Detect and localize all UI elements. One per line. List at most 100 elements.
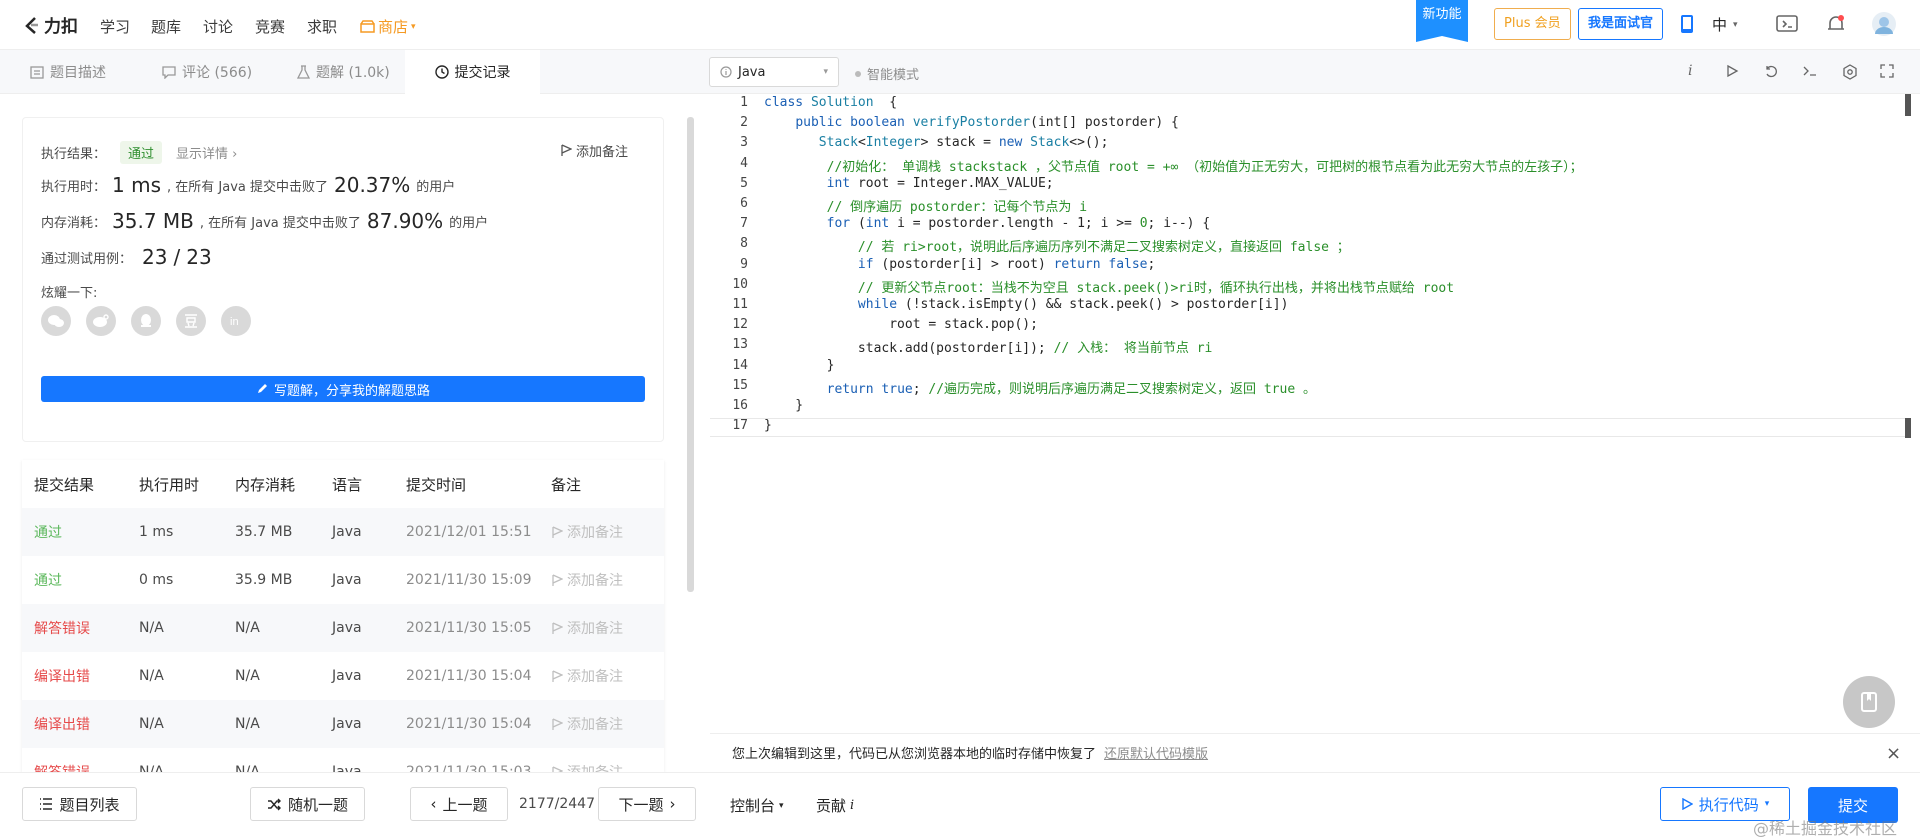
settings-icon[interactable] [1842, 64, 1858, 80]
interviewer-button[interactable]: 我是面试官 [1578, 8, 1664, 40]
flag-icon [552, 525, 563, 538]
language-switch[interactable]: 中 ▾ [1712, 14, 1738, 35]
code-line[interactable]: while (!stack.isEmpty() && stack.peek() … [764, 297, 1288, 312]
info-italic-icon[interactable]: i [1688, 63, 1692, 79]
code-line[interactable]: // 倒序遍历 postorder：记每个节点为 i [764, 196, 1087, 215]
submission-history-table: 提交结果 执行用时 内存消耗 语言 提交时间 备注 通过 1 ms 35.7 MB J… [22, 460, 664, 772]
table-row[interactable]: 编译出错 N/A N/A Java 2021/11/30 15:04 添加备注 [22, 652, 664, 700]
row-add-note[interactable]: 添加备注 [552, 570, 623, 590]
line-number: 7 [740, 216, 748, 232]
table-header: 提交结果 执行用时 内存消耗 语言 提交时间 备注 [22, 460, 664, 508]
share-label: 炫耀一下: [41, 286, 98, 301]
weibo-icon[interactable] [86, 306, 116, 336]
table-row[interactable]: 解答错误 N/A N/A Java 2021/11/30 15:05 添加备注 [22, 604, 664, 652]
row-status[interactable]: 解答错误 [34, 762, 90, 772]
table-row[interactable]: 解答错误 N/A N/A Java 2021/11/30 15:03 添加备注 [22, 748, 664, 772]
next-problem-button[interactable]: 下一题 › [598, 787, 696, 821]
code-line[interactable]: //初始化： 单调栈 stackstack ，父节点值 root = +∞ （初… [764, 156, 1583, 175]
status-badge: 通过 [120, 141, 163, 164]
tab-comments[interactable]: 评论 (566) [162, 50, 252, 94]
row-add-note[interactable]: 添加备注 [552, 762, 623, 772]
code-line[interactable]: return true; //遍历完成，则说明后序遍历满足二叉搜索树定义，返回 … [764, 378, 1316, 397]
plus-member-button[interactable]: Plus 会员 [1494, 8, 1571, 40]
flag-icon [552, 573, 563, 586]
code-line[interactable]: stack.add(postorder[i]); // 入栈： 将当前节点 ri [764, 337, 1212, 356]
flag-icon [552, 669, 563, 682]
code-line[interactable]: int root = Integer.MAX_VALUE; [764, 176, 1054, 191]
nav-link-discuss[interactable]: 讨论 [203, 16, 233, 37]
code-line[interactable]: public boolean verifyPostorder(int[] pos… [764, 115, 1179, 130]
smart-mode-toggle[interactable]: 智能模式 [855, 64, 919, 83]
code-line[interactable]: // 若 ri>root，说明此后序遍历序列不满足二叉搜索树定义，直接返回 fa… [764, 236, 1350, 255]
play-icon[interactable] [1725, 64, 1739, 78]
row-add-note[interactable]: 添加备注 [552, 666, 623, 686]
code-line[interactable]: for (int i = postorder.length - 1; i >= … [764, 216, 1211, 231]
notes-float-button[interactable] [1843, 676, 1895, 728]
console-toggle[interactable]: 控制台 ▾ [730, 795, 784, 816]
code-line[interactable]: root = stack.pop(); [764, 317, 1038, 332]
row-add-note[interactable]: 添加备注 [552, 618, 623, 638]
table-row[interactable]: 通过 1 ms 35.7 MB Java 2021/12/01 15:51 添加备注 [22, 508, 664, 556]
wechat-icon[interactable] [41, 306, 71, 336]
nav-link-store[interactable]: 商店 ▾ [360, 16, 416, 37]
tab-description[interactable]: 题目描述 [30, 50, 106, 94]
code-line[interactable]: } [764, 358, 835, 373]
problem-list-button[interactable]: 题目列表 [22, 787, 137, 821]
tab-submissions[interactable]: 提交记录 [405, 50, 540, 94]
language-select-value: Java [738, 64, 766, 80]
info-italic-icon: i [850, 798, 855, 813]
write-solution-label: 写题解，分享我的解题思路 [273, 383, 430, 399]
reset-icon[interactable] [1764, 64, 1778, 78]
close-icon[interactable]: × [1886, 743, 1901, 764]
code-line[interactable]: class Solution { [764, 95, 897, 110]
row-runtime: 1 ms [139, 524, 174, 540]
nav-link-jobs[interactable]: 求职 [307, 16, 337, 37]
code-line[interactable]: if (postorder[i] > root) return false; [764, 257, 1155, 272]
code-line[interactable]: Stack<Integer> stack = new Stack<>(); [764, 135, 1109, 150]
fullscreen-icon[interactable] [1880, 64, 1894, 78]
row-add-note[interactable]: 添加备注 [552, 522, 623, 542]
bell-icon[interactable] [1826, 14, 1846, 34]
restore-default-link[interactable]: 还原默认代码模版 [1104, 743, 1208, 762]
row-status[interactable]: 解答错误 [34, 618, 90, 638]
table-row[interactable]: 通过 0 ms 35.9 MB Java 2021/11/30 15:09 添加备注 [22, 556, 664, 604]
avatar[interactable] [1872, 12, 1896, 36]
left-panel-scrollbar[interactable] [687, 117, 694, 592]
linkedin-icon[interactable]: in [221, 306, 251, 336]
code-line[interactable]: } [764, 418, 772, 433]
douban-icon[interactable] [176, 306, 206, 336]
code-line[interactable]: // 更新父节点root：当栈不为空且 stack.peek()>ri时，循环执… [764, 277, 1454, 296]
restore-notice: 您上次编辑到这里，代码已从您浏览器本地的临时存储中恢复了 还原默认代码模版 × [710, 733, 1920, 771]
language-select[interactable]: Java ▾ [709, 57, 839, 87]
shuffle-icon [267, 798, 281, 810]
nav-link-problems[interactable]: 题库 [151, 16, 181, 37]
prev-problem-button[interactable]: ‹ 上一题 [410, 787, 508, 821]
exec-result-label: 执行结果： [41, 147, 107, 162]
tab-solutions[interactable]: 题解 (1.0k) [297, 50, 390, 94]
row-status[interactable]: 通过 [34, 570, 62, 590]
row-status[interactable]: 通过 [34, 522, 62, 542]
row-add-note[interactable]: 添加备注 [552, 714, 623, 734]
random-problem-button[interactable]: 随机一题 [250, 787, 365, 821]
mobile-icon[interactable] [1680, 14, 1694, 34]
code-line[interactable]: } [764, 398, 803, 413]
contribute-button[interactable]: 贡献 i [816, 795, 854, 816]
add-note-button[interactable]: 添加备注 [561, 141, 628, 160]
row-status[interactable]: 编译出错 [34, 666, 90, 686]
flask-icon [297, 65, 310, 79]
row-date: 2021/12/01 15:51 [406, 524, 532, 540]
write-solution-button[interactable]: 写题解，分享我的解题思路 [41, 376, 645, 402]
show-detail-link[interactable]: 显示详情 › [176, 143, 237, 162]
playground-icon[interactable] [1776, 14, 1798, 34]
qq-icon[interactable] [131, 306, 161, 336]
code-editor[interactable]: 1 class Solution {2 public boolean verify… [710, 94, 1910, 436]
new-feature-badge[interactable]: 新功能 [1416, 0, 1468, 42]
logo[interactable]: 力扣 [22, 12, 78, 37]
table-row[interactable]: 编译出错 N/A N/A Java 2021/11/30 15:04 添加备注 [22, 700, 664, 748]
editor-scrollbar-thumb[interactable] [1905, 94, 1911, 116]
nav-link-contest[interactable]: 竞赛 [255, 16, 285, 37]
nav-link-learn[interactable]: 学习 [100, 16, 130, 37]
language-label: 中 [1712, 16, 1728, 34]
terminal-icon[interactable] [1802, 64, 1818, 78]
row-status[interactable]: 编译出错 [34, 714, 90, 734]
